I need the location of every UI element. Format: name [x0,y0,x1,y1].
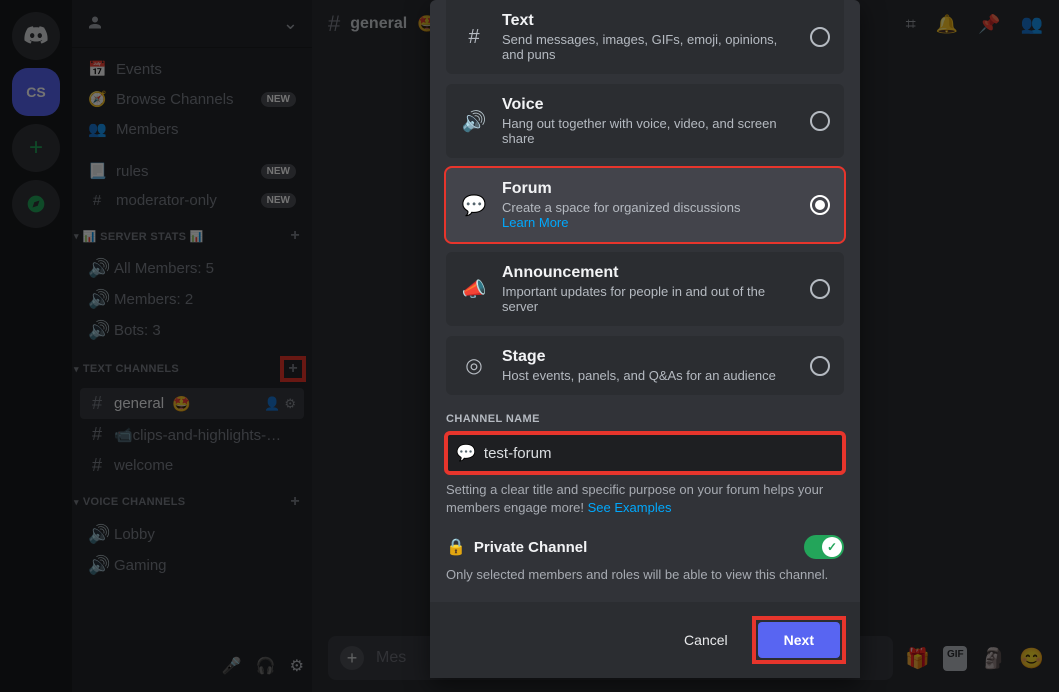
megaphone-icon: 📣 [460,277,488,302]
private-toggle[interactable]: ✓ [804,535,844,559]
channel-name-label: CHANNEL NAME [446,413,844,425]
radio-forum[interactable] [810,195,830,215]
radio-stage[interactable] [810,356,830,376]
channel-type-text[interactable]: # Text Send messages, images, GIFs, emoj… [446,0,844,74]
learn-more-link[interactable]: Learn More [502,215,796,230]
channel-type-stage[interactable]: ◎ Stage Host events, panels, and Q&As fo… [446,336,844,395]
cancel-button[interactable]: Cancel [670,622,742,658]
private-desc: Only selected members and roles will be … [446,567,844,582]
radio-announcement[interactable] [810,279,830,299]
modal-footer: Cancel Next [430,602,860,678]
private-title: Private Channel [474,539,587,556]
radio-voice[interactable] [810,111,830,131]
forum-bubble-icon: 💬 [456,443,476,463]
see-examples-link[interactable]: See Examples [588,500,672,515]
channel-type-announcement[interactable]: 📣 Announcement Important updates for peo… [446,252,844,326]
channel-name-input[interactable] [484,445,834,462]
next-button[interactable]: Next [758,622,840,658]
create-channel-modal: # Text Send messages, images, GIFs, emoj… [430,0,860,678]
stage-icon: ◎ [460,353,488,378]
forum-icon: 💬 [460,193,488,218]
private-channel-row: 🔒 Private Channel ✓ [446,535,844,559]
lock-icon: 🔒 [446,537,466,557]
toggle-knob: ✓ [822,537,842,557]
hash-icon: # [460,26,488,49]
radio-text[interactable] [810,27,830,47]
channel-type-voice[interactable]: 🔊 Voice Hang out together with voice, vi… [446,84,844,158]
channel-name-input-wrapper: 💬 [446,433,844,473]
helper-text: Setting a clear title and specific purpo… [446,481,844,517]
channel-type-forum[interactable]: 💬 Forum Create a space for organized dis… [446,168,844,242]
voice-icon: 🔊 [460,109,488,134]
